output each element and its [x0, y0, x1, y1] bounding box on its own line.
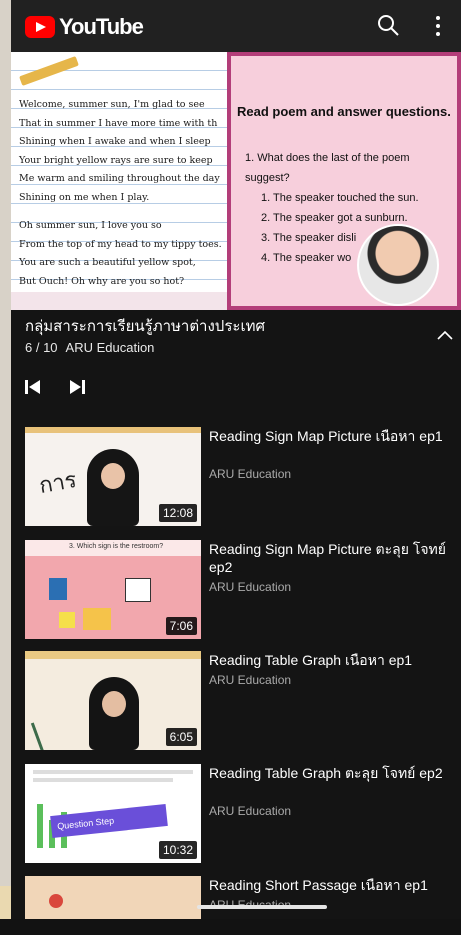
video-title[interactable]: Reading Table Graph ตะลุย โจทย์ ep2 [209, 764, 457, 782]
video-player[interactable]: Welcome, summer sun, I'm glad to see Tha… [11, 52, 461, 310]
poem-line: From the top of my head to my tippy toes… [19, 238, 222, 250]
next-icon[interactable] [69, 380, 85, 394]
thumbnail-text: การ [37, 466, 79, 499]
answer-option: 3. The speaker disli [261, 232, 357, 244]
top-bar: YouTube [11, 0, 461, 52]
poem-line: Welcome, summer sun, I'm glad to see [19, 99, 205, 110]
pen-icon [19, 56, 79, 86]
answer-option: 2. The speaker got a sunburn. [261, 212, 408, 224]
poem-line: Shining when I awake and when I sleep [19, 136, 211, 147]
video-title[interactable]: Reading Table Graph เนือหา ep1 [209, 651, 457, 669]
video-title[interactable]: Reading Sign Map Picture เนือหา ep1 [209, 427, 457, 445]
app-frame: YouTube Welcome, summer sun, I'm glad to… [11, 0, 461, 919]
video-duration: 10:32 [158, 841, 197, 859]
question-text: 1. What does the last of the poem [245, 152, 410, 164]
poem-line: But Ouch! Oh why are you so hot? [19, 275, 185, 287]
more-vertical-icon[interactable] [431, 14, 445, 38]
playlist-item[interactable]: 6:05 Reading Table Graph เนือหา ep1 ARU … [25, 651, 461, 751]
playlist-item[interactable]: 3. Which sign is the restroom? 7:06 Read… [25, 540, 461, 640]
video-channel: ARU Education [209, 804, 292, 818]
playlist-channel: ARU Education [65, 340, 155, 355]
poem-paper: Welcome, summer sun, I'm glad to see Tha… [11, 52, 233, 292]
playlist-meta: 6 / 10 ARU Education [25, 340, 162, 355]
thumbnail-text: 3. Which sign is the restroom? [69, 543, 164, 550]
youtube-logo[interactable]: YouTube [25, 14, 144, 40]
chevron-up-icon[interactable] [437, 330, 453, 340]
video-channel: ARU Education [209, 673, 292, 687]
poem-line: Your bright yellow rays are sure to keep [19, 154, 213, 166]
background-edge [0, 0, 11, 919]
previous-icon[interactable] [25, 380, 41, 394]
panel-title: Read poem and answer questions. [237, 104, 451, 119]
presenter-avatar [357, 224, 439, 306]
answer-option: 4. The speaker wo [261, 252, 352, 264]
question-text-cont: suggest? [245, 172, 290, 184]
video-duration: 7:06 [165, 617, 197, 635]
video-duration: 12:08 [158, 504, 197, 522]
poem-line: Me warm and smiling throughout the day [19, 173, 220, 184]
app-name: YouTube [59, 14, 144, 39]
poem-line: Shining on me when I play. [19, 191, 150, 203]
playlist-title: กลุ่มสาระการเรียนรู้ภาษาต่างประเทศ [25, 318, 265, 335]
playlist-item[interactable]: Question Step 10:32 Reading Table Graph … [25, 764, 461, 864]
playlist-position: 6 / 10 [25, 340, 58, 355]
video-channel: ARU Education [209, 580, 292, 594]
video-title[interactable]: Reading Short Passage เนือหา ep1 [209, 876, 457, 894]
playlist-item[interactable]: Reading Short Passage เนือหา ep1 ARU Edu… [25, 876, 461, 919]
video-thumbnail[interactable] [25, 876, 201, 919]
poem-line: That in summer I have more time with th [19, 117, 218, 129]
video-duration: 6:05 [165, 728, 197, 746]
home-indicator[interactable] [197, 905, 327, 909]
video-title[interactable]: Reading Sign Map Picture ตะลุย โจทย์ ep2 [209, 540, 457, 576]
answer-option: 1. The speaker touched the sun. [261, 192, 419, 204]
video-thumbnail[interactable]: 6:05 [25, 651, 201, 750]
video-thumbnail[interactable]: การ 12:08 [25, 427, 201, 526]
poem-line: You are such a beautiful yellow spot, [19, 257, 196, 268]
youtube-play-icon [25, 16, 55, 38]
search-icon[interactable] [377, 14, 399, 36]
video-thumbnail[interactable]: 3. Which sign is the restroom? 7:06 [25, 540, 201, 639]
poem-text: Welcome, summer sun, I'm glad to see Tha… [19, 96, 222, 291]
video-thumbnail[interactable]: Question Step 10:32 [25, 764, 201, 863]
poem-line: Oh summer sun, I love you so [19, 220, 162, 231]
thumbnail-text: Question Step [50, 803, 168, 839]
playlist-item[interactable]: การ 12:08 Reading Sign Map Picture เนือห… [25, 427, 461, 527]
video-channel: ARU Education [209, 467, 292, 481]
